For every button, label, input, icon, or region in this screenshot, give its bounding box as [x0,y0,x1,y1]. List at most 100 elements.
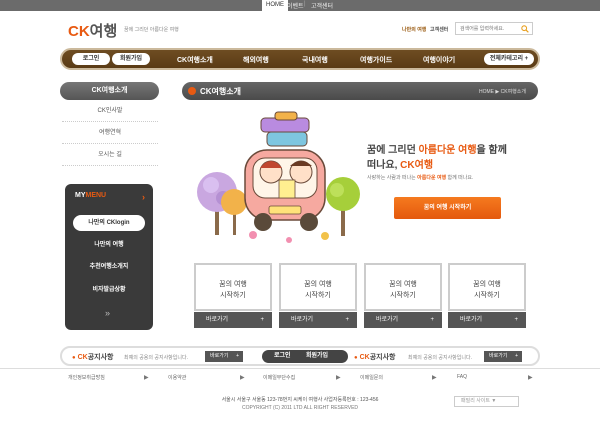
plus-icon: + [515,353,518,359]
hero-text: 떠나요, [367,160,401,171]
chevron-right-icon[interactable]: › [142,192,145,202]
chevron-down-icon[interactable]: » [105,308,110,318]
plus-icon: + [260,317,264,323]
hero-headline-line2: 떠나요, CK여행 [367,156,433,171]
footer-link-faq[interactable]: FAQ [457,374,467,380]
nav-item-intro[interactable]: CK여행소개 [177,55,213,65]
event-link[interactable]: 이벤트 [287,1,304,10]
triangle-right-icon: ▶ [336,375,341,381]
hero-sub-text: 사랑하는 사람과 떠나는 [367,175,418,181]
notice-title-right[interactable]: ● CK공지사항 [354,352,395,362]
tree-right-icon [326,177,360,236]
search-icon[interactable] [521,25,529,33]
card-title: 꿈의 여행 [304,281,332,288]
luggage-icon [260,111,310,147]
card-subtitle: 시작하기 [305,292,331,299]
mymenu-item-mytrip[interactable]: 나만의 여행 [73,237,145,253]
trip-card[interactable]: 꿈의 여행시작하기 [194,263,272,311]
nav-join-button[interactable]: 회원가입 [112,53,150,65]
hero-text: 꿈에 그리던 [367,145,419,156]
flower-icon [249,231,329,243]
hero-headline-line1: 꿈에 그리던 아름다운 여행을 함께 [367,141,507,156]
trip-card[interactable]: 꿈의 여행시작하기 [279,263,357,311]
card-title: 꿈의 여행 [473,281,501,288]
breadcrumb[interactable]: HOME ▶ CK여행소개 [479,88,526,95]
sidebar-item-greeting[interactable]: CK인사말 [62,100,158,122]
bullet-icon [188,87,196,95]
nav-login-button[interactable]: 로그인 [72,53,110,65]
travel-car-illustration [197,111,360,243]
notice-go-button[interactable]: 바로가기 + [205,351,243,362]
logo-ck: CK [68,23,90,40]
footer-divider [0,368,600,369]
nav-item-overseas[interactable]: 해외여행 [243,55,269,65]
notice-go-button[interactable]: 바로가기 + [484,351,522,362]
notice-bar: ● CK공지사항 최예의 공용의 공지사항입니다. 바로가기 + 로그인 회원가입… [60,346,540,366]
go-label: 바로가기 [460,317,483,323]
nav-item-domestic[interactable]: 국내여행 [302,55,328,65]
card-subtitle: 시작하기 [220,292,246,299]
family-site-select[interactable]: 패밀리 사이트 ▼ [454,396,519,407]
bottom-login-pill: 로그인 회원가입 [262,350,348,363]
hero-highlight: CK여행 [400,160,434,171]
trip-card[interactable]: 꿈의 여행시작하기 [448,263,526,311]
bullet-icon: ● [72,355,76,361]
mymenu-item-visa[interactable]: 비자발급상황 [73,282,145,298]
page-title: CK여행소개 [200,87,241,96]
cs-center-link[interactable]: 고객센터 [311,1,333,10]
notice-label: 공지사항 [87,354,114,361]
triangle-right-icon: ▶ [528,375,533,381]
go-label: 바로가기 [206,317,229,323]
hero-highlight: 아름다운 여행 [418,145,477,156]
card-subtitle: 시작하기 [390,292,416,299]
sidebar-item-history[interactable]: 여행연혁 [62,122,158,144]
triangle-right-icon: ▶ [144,375,149,381]
nav-item-story[interactable]: 여행이야기 [423,55,455,65]
sidebar-title: CK여행소개 [60,82,159,100]
header-cs-link[interactable]: 고객센터 [430,26,448,33]
go-label: 바로가기 [210,353,229,359]
footer-link-email-contact[interactable]: 이메일문의 [360,374,383,381]
notice-title-left[interactable]: ● CK공지사항 [72,352,113,362]
mymenu-item-recommend[interactable]: 추천여행소개지 [73,259,145,275]
card-title: 꿈의 여행 [219,281,247,288]
plus-icon: + [345,317,349,323]
bottom-join-button[interactable]: 회원가입 [306,350,328,363]
trip-card[interactable]: 꿈의 여행 시작하기 [364,263,442,311]
home-link[interactable]: HOME [262,0,288,11]
go-label: 바로가기 [376,317,399,323]
card-go-button[interactable]: 바로가기 + [194,312,272,328]
bottom-login-button[interactable]: 로그인 [274,350,291,363]
site-logo[interactable]: CK여행 [68,20,117,41]
plus-icon: + [236,353,239,359]
my-trip-link[interactable]: 나만의 여행 [402,26,426,33]
hero-sub-text: 함께 떠나요. [446,175,474,181]
tagline: 꿈에 그리던 아름다운 여행 [124,27,179,33]
go-label: 바로가기 [489,353,508,359]
card-go-button[interactable]: 바로가기 + [279,312,357,328]
footer-link-terms[interactable]: 이용약관 [168,374,186,381]
start-trip-button[interactable]: 꿈의 여행 시작하기 [394,197,501,219]
notice-label: 공지사항 [369,354,396,361]
go-label: 바로가기 [291,317,314,323]
my-menu-panel: MYMENU › 나만의 CKlogin 나만의 여행 추천여행소개지 비자발급… [65,184,153,330]
footer-link-email-policy[interactable]: 이메일무단수집 [263,374,295,381]
nav-item-guide[interactable]: 여행가이드 [360,55,392,65]
plus-icon: + [430,317,434,323]
triangle-right-icon: ▶ [432,375,437,381]
all-categories-button[interactable]: 전체카테고리 + [484,53,534,65]
notice-desc: 최예의 공용의 공지사항입니다. [124,355,188,361]
content-title-bar: CK여행소개 HOME ▶ CK여행소개 [182,82,538,100]
logo-text: 여행 [89,23,118,40]
card-go-button[interactable]: 바로가기 + [448,312,526,328]
search-input[interactable] [456,23,516,34]
footer-link-privacy[interactable]: 개인정보취급방침 [68,374,105,381]
my-menu-heading: MYMENU [75,192,106,199]
mymenu-item-login[interactable]: 나만의 CKlogin [73,215,145,231]
top-utility-bar: HOME 이벤트 | 고객센터 [0,0,600,11]
card-go-button[interactable]: 바로가기 + [364,312,442,328]
tree-mid-icon [221,189,247,235]
menu-label: MENU [85,192,107,199]
card-subtitle: 시작하기 [474,292,500,299]
sidebar-item-directions[interactable]: 오시는 길 [62,144,158,166]
